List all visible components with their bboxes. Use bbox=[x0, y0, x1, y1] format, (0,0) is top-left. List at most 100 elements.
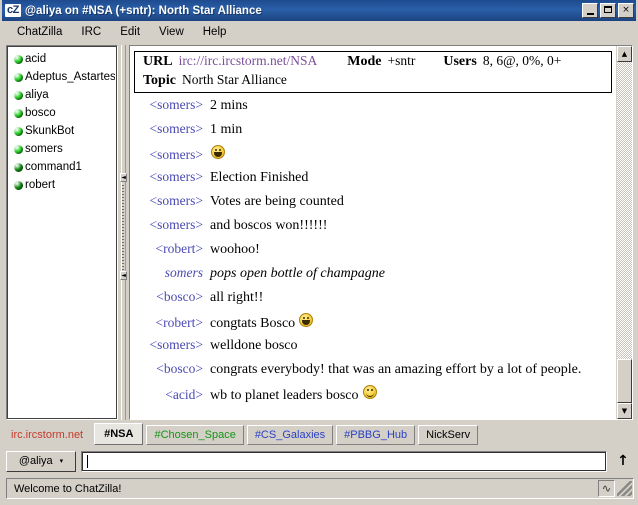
chevron-down-icon: ▾ bbox=[59, 457, 64, 465]
menu-item-edit[interactable]: Edit bbox=[112, 24, 148, 40]
chat-scrollbar[interactable]: ▲ ▼ bbox=[616, 46, 632, 419]
message-row: <robert> congtats Bosco bbox=[132, 313, 614, 337]
user-list-item[interactable]: command1 bbox=[9, 158, 115, 176]
user-list-item[interactable]: somers bbox=[9, 140, 115, 158]
splitter-grip-dots bbox=[122, 185, 124, 271]
chatzilla-logo-icon: cZ bbox=[5, 4, 21, 17]
users-value: 8, 6@, 0%, 0+ bbox=[482, 53, 562, 68]
user-list-item[interactable]: acid bbox=[9, 50, 115, 68]
tab-chosen_space[interactable]: #Chosen_Space bbox=[146, 425, 244, 445]
chat-scroll-track[interactable] bbox=[617, 62, 632, 403]
send-button[interactable]: ↑ bbox=[612, 450, 634, 472]
security-icon[interactable]: ∿ bbox=[598, 480, 615, 497]
message-text: Election Finished bbox=[210, 170, 309, 185]
message-text: 1 min bbox=[210, 122, 243, 137]
user-nick: command1 bbox=[25, 161, 82, 173]
message-row: <robert> woohoo! bbox=[132, 241, 614, 265]
user-list[interactable]: acid Adeptus_Astartesaliya bosco SkunkBot so… bbox=[6, 45, 118, 420]
message-text: pops open bottle of champagne bbox=[210, 266, 385, 281]
user-list-item[interactable]: aliya bbox=[9, 86, 115, 104]
message-nick[interactable]: <acid> bbox=[134, 387, 210, 403]
mode-label: Mode bbox=[347, 54, 382, 69]
message-text: 2 mins bbox=[210, 98, 248, 113]
scroll-down-button[interactable]: ▼ bbox=[617, 403, 632, 419]
splitter-collapse-down-icon[interactable]: ◄ bbox=[120, 271, 127, 280]
nickname-dropdown-button[interactable]: @aliya ▾ bbox=[6, 450, 76, 472]
tab-cs_galaxies[interactable]: #CS_Galaxies bbox=[246, 425, 334, 445]
users-label: Users bbox=[443, 54, 477, 69]
tab-nickserv[interactable]: NickServ bbox=[418, 425, 479, 445]
menu-item-chatzilla[interactable]: ChatZilla bbox=[9, 24, 70, 40]
user-nick: Adeptus_Astartes bbox=[25, 71, 115, 83]
user-list-item[interactable]: Adeptus_Astartes bbox=[9, 68, 115, 86]
chat-scroll-thumb[interactable] bbox=[617, 359, 632, 403]
message-nick[interactable]: <somers> bbox=[134, 147, 210, 163]
chat-scroll-host: URL irc://irc.ircstorm.net/NSA Mode +snt… bbox=[130, 46, 632, 419]
tab-ircircstormnet[interactable]: irc.ircstorm.net bbox=[6, 425, 91, 445]
message-row: <somers> 2 mins bbox=[132, 97, 614, 121]
message-nick[interactable]: <somers> bbox=[134, 337, 210, 353]
message-nick[interactable]: <robert> bbox=[134, 241, 210, 257]
input-row: @aliya ▾ ↑ bbox=[6, 448, 634, 474]
text-caret bbox=[87, 454, 88, 468]
scroll-up-button[interactable]: ▲ bbox=[617, 46, 632, 62]
smiley-mouth bbox=[214, 152, 222, 157]
menu-item-view[interactable]: View bbox=[151, 24, 192, 40]
menu-item-help[interactable]: Help bbox=[195, 24, 235, 40]
minimize-button[interactable] bbox=[582, 3, 598, 18]
panel-splitter[interactable]: ◄ ◄ bbox=[118, 45, 129, 420]
message-row: <bosco> all right!! bbox=[132, 289, 614, 313]
tab-nsa[interactable]: #NSA bbox=[94, 423, 144, 445]
channel-header: URL irc://irc.ircstorm.net/NSA Mode +snt… bbox=[134, 51, 612, 93]
tab-pbbg_hub[interactable]: #PBBG_Hub bbox=[336, 425, 416, 445]
message-nick[interactable]: somers bbox=[134, 265, 210, 281]
url-value[interactable]: irc://irc.ircstorm.net/NSA bbox=[179, 53, 318, 69]
message-text: wb to planet leaders bosco bbox=[210, 388, 359, 403]
message-nick[interactable]: <bosco> bbox=[134, 361, 210, 377]
mode-value: +sntr bbox=[387, 53, 416, 68]
tab-bar: irc.ircstorm.net #NSA #Chosen_Space #CS_Gal… bbox=[6, 422, 636, 445]
message-row: <somers> Votes are being counted bbox=[132, 193, 614, 217]
url-label: URL bbox=[143, 54, 173, 69]
message-row: <acid> wb to planet leaders bosco bbox=[132, 385, 614, 409]
user-nick: aliya bbox=[25, 89, 49, 101]
user-list-item[interactable]: robert bbox=[9, 176, 115, 194]
message-text: congtats Bosco bbox=[210, 316, 296, 331]
topic-value[interactable]: North Star Alliance bbox=[182, 72, 287, 88]
maximize-button[interactable] bbox=[600, 3, 616, 18]
message-row: <somers> 1 min bbox=[132, 121, 614, 145]
message-nick[interactable]: <somers> bbox=[134, 169, 210, 185]
user-nick: somers bbox=[25, 143, 63, 155]
message-nick[interactable]: <somers> bbox=[134, 121, 210, 137]
message-nick[interactable]: <somers> bbox=[134, 217, 210, 233]
message-text: all right!! bbox=[210, 290, 264, 305]
smiley-icon bbox=[211, 145, 225, 159]
message-row: <somers> welldone bosco bbox=[132, 337, 614, 361]
menu-item-irc[interactable]: IRC bbox=[73, 24, 109, 40]
message-nick[interactable]: <robert> bbox=[134, 315, 210, 331]
message-row: <somers> Election Finished bbox=[132, 169, 614, 193]
user-status-dot-icon bbox=[14, 72, 23, 82]
message-text: and boscos won!!!!!! bbox=[210, 218, 328, 233]
chat-panel: URL irc://irc.ircstorm.net/NSA Mode +snt… bbox=[129, 45, 633, 420]
user-status-dot-icon bbox=[14, 90, 23, 100]
splitter-collapse-up-icon[interactable]: ◄ bbox=[120, 173, 127, 182]
message-nick[interactable]: <bosco> bbox=[134, 289, 210, 305]
message-input[interactable] bbox=[81, 450, 607, 472]
message-list: <somers> 2 mins <somers> 1 min <somers> <some… bbox=[132, 97, 614, 409]
status-bar: Welcome to ChatZilla! ∿ bbox=[6, 478, 634, 499]
topic-label: Topic bbox=[143, 73, 176, 88]
resize-grip[interactable] bbox=[617, 481, 632, 496]
user-nick: SkunkBot bbox=[25, 125, 75, 137]
message-nick[interactable]: <somers> bbox=[134, 193, 210, 209]
message-nick[interactable]: <somers> bbox=[134, 97, 210, 113]
smiley-icon bbox=[362, 385, 377, 399]
message-row: somers pops open bottle of champagne bbox=[132, 265, 614, 289]
user-list-item[interactable]: SkunkBot bbox=[9, 122, 115, 140]
close-button[interactable]: × bbox=[618, 3, 634, 18]
user-nick: acid bbox=[25, 53, 47, 65]
user-list-item[interactable]: bosco bbox=[9, 104, 115, 122]
menu-bar: ChatZilla IRC Edit View Help bbox=[2, 21, 636, 43]
message-text: welldone bosco bbox=[210, 338, 298, 353]
message-row: <bosco> congrats everybody! that was an a… bbox=[132, 361, 614, 385]
